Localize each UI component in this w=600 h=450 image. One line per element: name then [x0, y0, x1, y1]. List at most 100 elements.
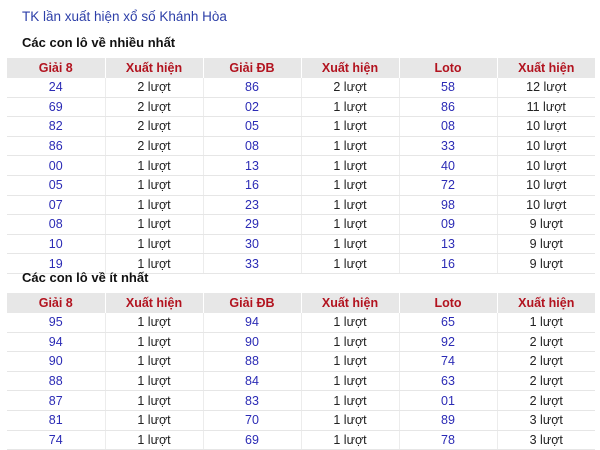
- cell-giai-db: 02: [202, 97, 301, 118]
- cell-count-giai-db: 1 lượt: [300, 313, 399, 333]
- cell-loto: 33: [398, 136, 497, 157]
- cell-loto: 63: [398, 371, 497, 392]
- cell-giai-8: 05: [7, 175, 105, 196]
- cell-count-giai-8: 1 lượt: [104, 155, 203, 176]
- cell-loto: 16: [398, 253, 497, 274]
- cell-count-giai-8: 2 lượt: [104, 116, 203, 137]
- cell-loto: 86: [398, 97, 497, 118]
- cell-count-loto: 12 lượt: [496, 78, 595, 98]
- cell-count-loto: 2 lượt: [496, 351, 595, 372]
- cell-count-giai-db: 1 lượt: [300, 410, 399, 431]
- cell-giai-db: 30: [202, 234, 301, 255]
- cell-giai-db: 29: [202, 214, 301, 235]
- table-most-frequent: Giải 8 Xuất hiện Giải ĐB Xuất hiện Loto Xuất …: [7, 58, 595, 274]
- cell-giai-8: 88: [7, 371, 105, 392]
- table-row: 94 1 lượt 90 1 lượt 92 2 lượt: [7, 332, 595, 353]
- table-row: 81 1 lượt 70 1 lượt 89 3 lượt: [7, 410, 595, 431]
- cell-count-loto: 2 lượt: [496, 332, 595, 353]
- cell-giai-db: 90: [202, 332, 301, 353]
- cell-loto: 98: [398, 195, 497, 216]
- cell-count-giai-8: 1 lượt: [104, 410, 203, 431]
- cell-giai-db: 13: [202, 155, 301, 176]
- header-giai-8: Giải 8: [7, 58, 105, 78]
- cell-count-giai-8: 1 lượt: [104, 332, 203, 353]
- cell-count-giai-8: 1 lượt: [104, 214, 203, 235]
- cell-giai-db: 83: [202, 390, 301, 411]
- cell-giai-db: 84: [202, 371, 301, 392]
- table-row: 90 1 lượt 88 1 lượt 74 2 lượt: [7, 351, 595, 372]
- cell-count-loto: 10 lượt: [496, 175, 595, 196]
- cell-giai-8: 74: [7, 430, 105, 450]
- cell-loto: 58: [398, 78, 497, 98]
- cell-count-giai-8: 1 lượt: [104, 351, 203, 372]
- cell-count-giai-db: 1 lượt: [300, 234, 399, 255]
- cell-count-loto: 10 lượt: [496, 136, 595, 157]
- page-title: TK lần xuất hiện xổ số Khánh Hòa: [22, 9, 227, 24]
- table-row: 08 1 lượt 29 1 lượt 09 9 lượt: [7, 214, 595, 235]
- cell-count-loto: 3 lượt: [496, 410, 595, 431]
- cell-loto: 01: [398, 390, 497, 411]
- cell-giai-db: 70: [202, 410, 301, 431]
- cell-count-giai-8: 1 lượt: [104, 390, 203, 411]
- cell-count-loto: 3 lượt: [496, 430, 595, 450]
- cell-giai-db: 94: [202, 313, 301, 333]
- cell-count-giai-8: 2 lượt: [104, 136, 203, 157]
- cell-count-giai-8: 1 lượt: [104, 234, 203, 255]
- table-row: 00 1 lượt 13 1 lượt 40 10 lượt: [7, 155, 595, 176]
- cell-loto: 08: [398, 116, 497, 137]
- cell-giai-db: 05: [202, 116, 301, 137]
- cell-count-loto: 2 lượt: [496, 371, 595, 392]
- cell-count-giai-db: 2 lượt: [300, 78, 399, 98]
- cell-giai-8: 69: [7, 97, 105, 118]
- cell-count-giai-db: 1 lượt: [300, 155, 399, 176]
- cell-loto: 89: [398, 410, 497, 431]
- cell-count-giai-db: 1 lượt: [300, 195, 399, 216]
- cell-giai-8: 08: [7, 214, 105, 235]
- table-least-frequent: Giải 8 Xuất hiện Giải ĐB Xuất hiện Loto Xuất …: [7, 293, 595, 450]
- cell-giai-8: 94: [7, 332, 105, 353]
- table-row: 74 1 lượt 69 1 lượt 78 3 lượt: [7, 430, 595, 450]
- table-row: 07 1 lượt 23 1 lượt 98 10 lượt: [7, 195, 595, 216]
- header-giai-db: Giải ĐB: [202, 293, 301, 313]
- cell-count-giai-8: 1 lượt: [104, 313, 203, 333]
- cell-count-giai-db: 1 lượt: [300, 175, 399, 196]
- header-xuat-hien-loto: Xuất hiện: [496, 58, 595, 78]
- cell-count-loto: 2 lượt: [496, 390, 595, 411]
- header-giai-8: Giải 8: [7, 293, 105, 313]
- cell-count-giai-8: 2 lượt: [104, 78, 203, 98]
- cell-loto: 40: [398, 155, 497, 176]
- section-title-most: Các con lô về nhiều nhất: [22, 35, 176, 50]
- table-row: 82 2 lượt 05 1 lượt 08 10 lượt: [7, 116, 595, 137]
- cell-giai-8: 24: [7, 78, 105, 98]
- cell-loto: 65: [398, 313, 497, 333]
- cell-count-loto: 11 lượt: [496, 97, 595, 118]
- cell-giai-8: 00: [7, 155, 105, 176]
- cell-giai-8: 95: [7, 313, 105, 333]
- section-title-least: Các con lô về ít nhất: [22, 270, 149, 285]
- table-row: 10 1 lượt 30 1 lượt 13 9 lượt: [7, 234, 595, 255]
- table-row: 95 1 lượt 94 1 lượt 65 1 lượt: [7, 313, 595, 333]
- cell-count-giai-db: 1 lượt: [300, 430, 399, 450]
- table-row: 69 2 lượt 02 1 lượt 86 11 lượt: [7, 97, 595, 118]
- table-row: 88 1 lượt 84 1 lượt 63 2 lượt: [7, 371, 595, 392]
- cell-count-giai-db: 1 lượt: [300, 214, 399, 235]
- table-row: 86 2 lượt 08 1 lượt 33 10 lượt: [7, 136, 595, 157]
- cell-giai-8: 86: [7, 136, 105, 157]
- cell-giai-8: 87: [7, 390, 105, 411]
- cell-giai-8: 82: [7, 116, 105, 137]
- cell-loto: 92: [398, 332, 497, 353]
- cell-count-giai-8: 2 lượt: [104, 97, 203, 118]
- cell-giai-db: 88: [202, 351, 301, 372]
- header-xuat-hien-giai-db: Xuất hiện: [300, 58, 399, 78]
- header-xuat-hien-loto: Xuất hiện: [496, 293, 595, 313]
- cell-count-loto: 9 lượt: [496, 214, 595, 235]
- cell-giai-8: 90: [7, 351, 105, 372]
- cell-count-giai-db: 1 lượt: [300, 351, 399, 372]
- cell-count-giai-db: 1 lượt: [300, 390, 399, 411]
- cell-loto: 09: [398, 214, 497, 235]
- cell-count-giai-8: 1 lượt: [104, 195, 203, 216]
- cell-count-loto: 10 lượt: [496, 195, 595, 216]
- table-row: 24 2 lượt 86 2 lượt 58 12 lượt: [7, 78, 595, 98]
- cell-count-giai-8: 1 lượt: [104, 371, 203, 392]
- header-loto: Loto: [398, 293, 497, 313]
